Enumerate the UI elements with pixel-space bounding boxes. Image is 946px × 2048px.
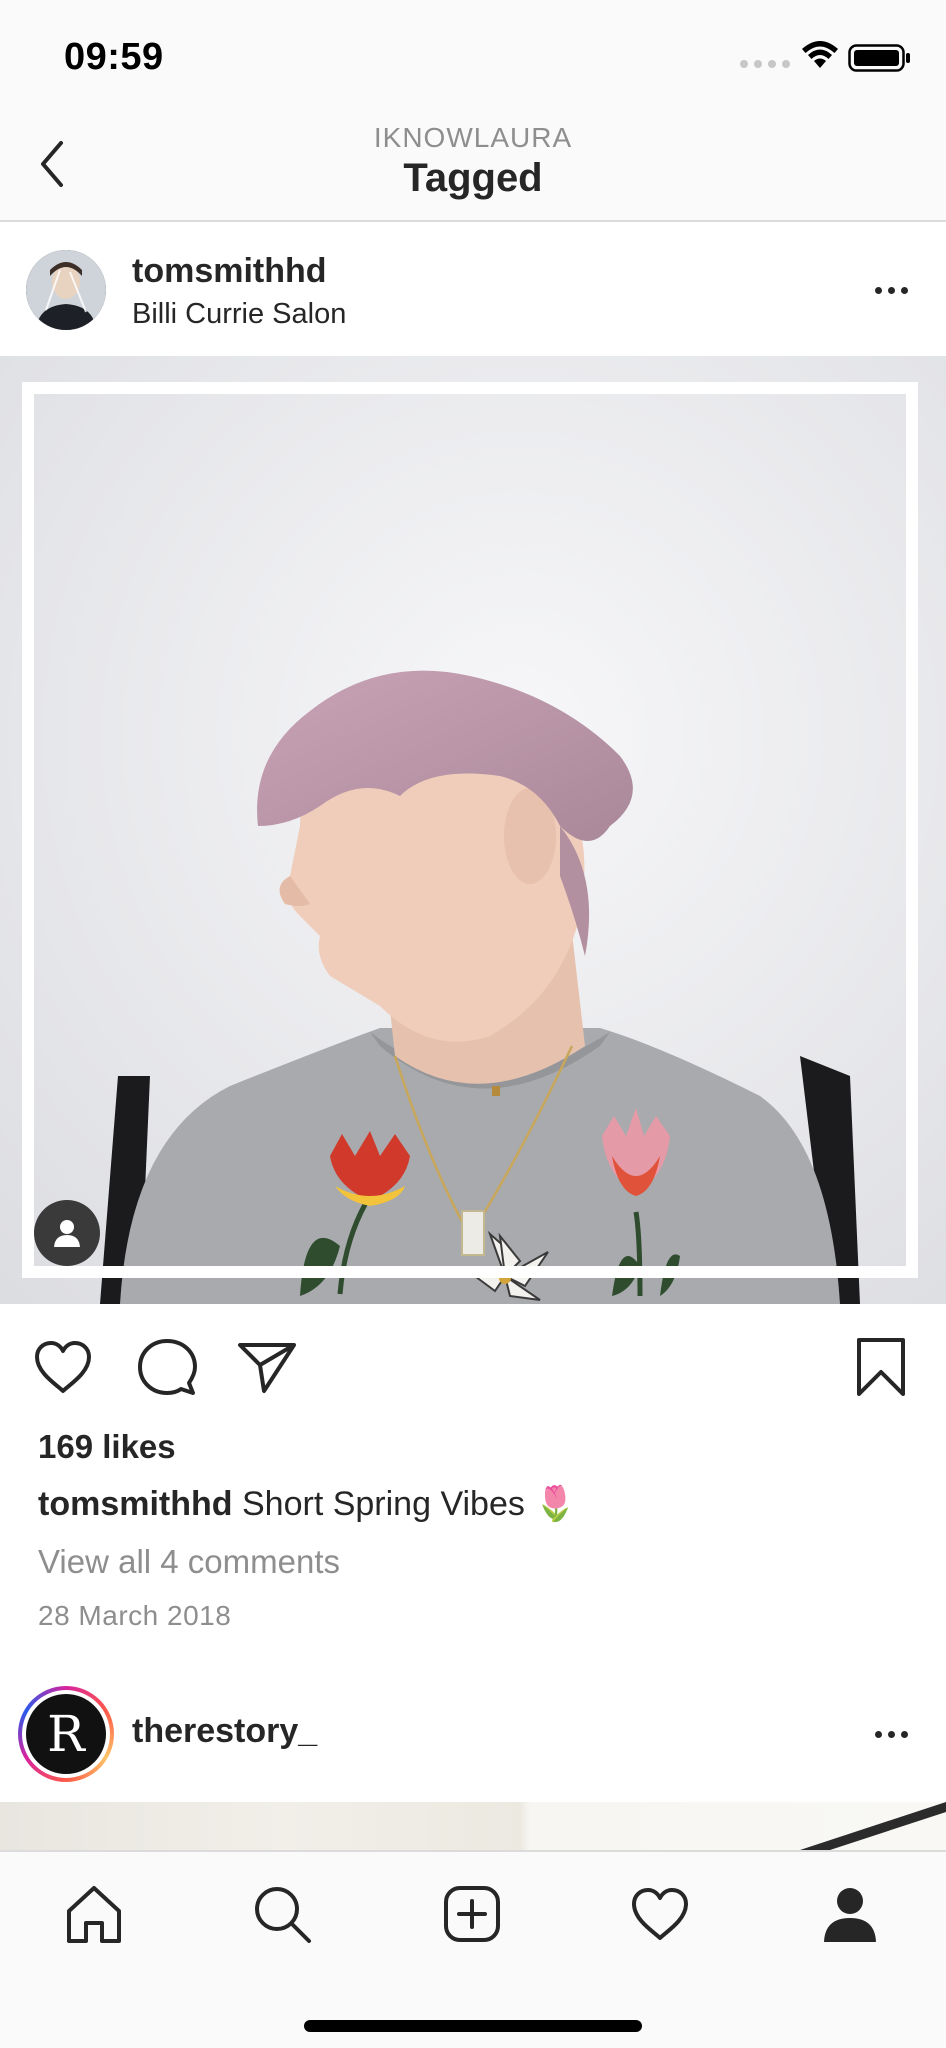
post-username[interactable]: tomsmithhd	[132, 252, 327, 291]
person-icon	[54, 1220, 80, 1247]
story-avatar[interactable]: R	[18, 1686, 114, 1782]
tab-new-post[interactable]	[432, 1874, 512, 1954]
bookmark-icon	[857, 1338, 905, 1396]
post-caption: tomsmithhd Short Spring Vibes 🌷	[38, 1484, 577, 1524]
next-post-username[interactable]: therestory_	[132, 1712, 317, 1751]
comment-icon	[138, 1339, 197, 1395]
post-photo[interactable]	[0, 356, 946, 1304]
post-location[interactable]: Billi Currie Salon	[132, 298, 346, 331]
post-header: tomsmithhd Billi Currie Salon	[0, 222, 946, 356]
add-post-icon	[444, 1886, 500, 1942]
status-time: 09:59	[64, 36, 164, 78]
bottom-tab-bar	[0, 1850, 946, 2048]
activity-heart-icon	[632, 1888, 688, 1940]
next-post-more-button[interactable]	[866, 1714, 916, 1754]
page-title: Tagged	[403, 156, 543, 200]
caption-username[interactable]: tomsmithhd	[38, 1485, 233, 1523]
wifi-icon	[802, 41, 838, 68]
like-button[interactable]	[30, 1334, 96, 1400]
cellular-signal-icon	[740, 60, 790, 68]
like-count[interactable]: 169 likes	[38, 1428, 176, 1466]
next-post-photo[interactable]	[0, 1802, 946, 1850]
home-icon	[67, 1886, 121, 1943]
tab-activity[interactable]	[620, 1874, 700, 1954]
post-actions	[0, 1304, 946, 1424]
tagged-people-button[interactable]	[34, 1200, 100, 1266]
tab-home[interactable]	[54, 1874, 134, 1954]
navigation-header: IKNOWLAURA Tagged	[0, 110, 946, 222]
more-options-button[interactable]	[866, 270, 916, 310]
battery-icon	[848, 44, 910, 72]
home-indicator[interactable]	[304, 2020, 642, 2032]
paper-plane-icon	[238, 1343, 296, 1393]
next-post-header: R therestory_	[0, 1674, 946, 1804]
tab-profile[interactable]	[810, 1874, 890, 1954]
search-icon	[255, 1887, 311, 1943]
tulip-emoji: 🌷	[534, 1485, 577, 1523]
comment-button[interactable]	[134, 1334, 200, 1400]
status-bar: 09:59	[0, 0, 946, 110]
avatar-letter: R	[26, 1694, 106, 1774]
avatar[interactable]	[26, 250, 106, 330]
profile-icon	[824, 1888, 876, 1942]
view-comments-link[interactable]: View all 4 comments	[38, 1543, 340, 1581]
tab-search[interactable]	[242, 1874, 322, 1954]
share-button[interactable]	[234, 1334, 300, 1400]
heart-icon	[35, 1341, 91, 1393]
profile-name: IKNOWLAURA	[373, 122, 573, 153]
caption-text: Short Spring Vibes	[242, 1485, 525, 1523]
more-horizontal-icon	[874, 1730, 882, 1738]
save-button[interactable]	[848, 1334, 914, 1400]
post-date: 28 March 2018	[38, 1600, 232, 1631]
more-horizontal-icon	[874, 286, 882, 294]
